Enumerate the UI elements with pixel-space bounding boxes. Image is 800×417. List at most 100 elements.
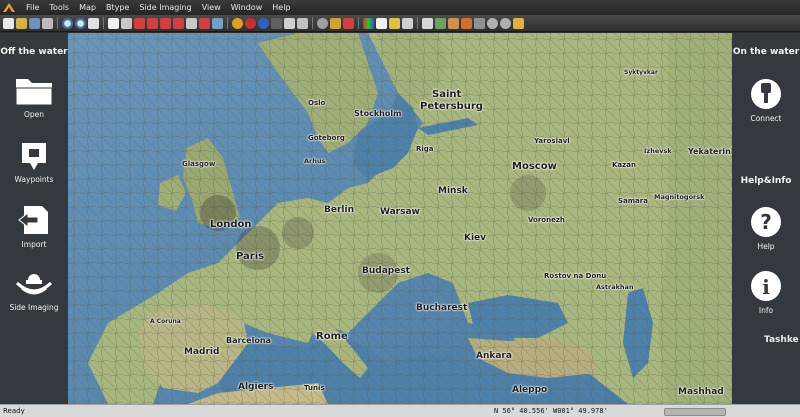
city-label: Bucharest xyxy=(416,303,468,313)
person-icon[interactable] xyxy=(461,17,472,29)
city-label: Algiers xyxy=(238,382,274,392)
city-label: Glasgow xyxy=(182,160,216,168)
grid-tool-icon[interactable] xyxy=(186,17,197,29)
settings-icon[interactable] xyxy=(317,17,328,29)
zoom-in-icon[interactable] xyxy=(62,17,73,29)
find-icon[interactable] xyxy=(487,17,498,29)
city-label: Berlin xyxy=(324,205,354,215)
status-text: Ready xyxy=(3,407,25,415)
open-file-icon[interactable] xyxy=(16,17,27,29)
side-imaging-label: Side Imaging xyxy=(9,303,59,312)
toolbar-divider xyxy=(358,17,359,29)
page-icon[interactable] xyxy=(108,17,119,29)
import-icon xyxy=(18,206,48,234)
menu-side-imaging[interactable]: Side Imaging xyxy=(135,0,197,15)
compass-icon[interactable] xyxy=(258,17,269,29)
draw-line-icon[interactable] xyxy=(376,17,387,29)
europe-map xyxy=(68,33,732,404)
toolbar-divider xyxy=(103,17,104,29)
chart-icon[interactable] xyxy=(389,17,400,29)
info-icon: i xyxy=(751,271,781,301)
city-label: Tashke xyxy=(764,335,799,345)
calculator-icon[interactable] xyxy=(297,17,308,29)
depth-icon[interactable] xyxy=(402,17,413,29)
waypoint-tool-icon[interactable] xyxy=(121,17,132,29)
city-label: Astrakhan xyxy=(596,283,634,291)
connect-button[interactable]: Connect xyxy=(732,77,800,123)
horizontal-scrollbar[interactable] xyxy=(664,408,726,416)
city-label: Saint xyxy=(432,89,462,100)
image-icon[interactable] xyxy=(435,17,446,29)
map-view[interactable]: Saint Petersburg Stockholm Oslo Riga Yar… xyxy=(68,33,732,404)
grid-icon[interactable] xyxy=(271,17,282,29)
svg-text:i: i xyxy=(762,275,770,299)
open-button[interactable]: Open xyxy=(0,75,68,119)
box-icon[interactable] xyxy=(284,17,295,29)
city-label: Yaroslavl xyxy=(534,137,570,145)
globe-icon[interactable] xyxy=(232,17,243,29)
panel-title: On the water xyxy=(732,47,800,57)
camera-icon[interactable] xyxy=(474,17,485,29)
layers-tool-icon[interactable] xyxy=(212,17,223,29)
side-imaging-button[interactable]: Side Imaging xyxy=(0,266,68,312)
import-label: Import xyxy=(21,240,47,249)
zoom-tool-icon[interactable] xyxy=(500,17,511,29)
panel-title: Off the water xyxy=(0,47,68,57)
city-label: A Coruna xyxy=(150,318,181,325)
menu-btype[interactable]: Btype xyxy=(102,0,135,15)
house-icon[interactable] xyxy=(448,17,459,29)
measure-tool-icon[interactable] xyxy=(173,17,184,29)
menu-bar: File Tools Map Btype Side Imaging View W… xyxy=(0,0,800,15)
route-tool-icon[interactable] xyxy=(134,17,145,29)
connect-icon xyxy=(751,79,781,109)
print-icon[interactable] xyxy=(42,17,53,29)
track-tool-icon[interactable] xyxy=(147,17,158,29)
menu-map[interactable]: Map xyxy=(75,0,102,15)
menu-window[interactable]: Window xyxy=(227,0,269,15)
pan-icon[interactable] xyxy=(88,17,99,29)
menu-tools[interactable]: Tools xyxy=(45,0,75,15)
city-label: Yekaterinburg xyxy=(688,147,732,156)
app-logo-icon xyxy=(3,3,15,12)
zoom-out-icon[interactable] xyxy=(75,17,86,29)
color-palette-icon[interactable] xyxy=(363,17,374,29)
menu-file[interactable]: File xyxy=(22,0,45,15)
new-file-icon[interactable] xyxy=(3,17,14,29)
alert-icon[interactable] xyxy=(343,17,354,29)
city-label: Minsk xyxy=(438,186,468,196)
side-imaging-icon xyxy=(15,274,53,295)
area-tool-icon[interactable] xyxy=(199,17,210,29)
marker-tool-icon[interactable] xyxy=(160,17,171,29)
table-icon[interactable] xyxy=(422,17,433,29)
target-icon[interactable] xyxy=(245,17,256,29)
city-label: Mashhad xyxy=(678,387,724,397)
info-button[interactable]: i Info xyxy=(732,269,800,315)
folder-icon xyxy=(15,79,53,106)
import-button[interactable]: Import xyxy=(0,203,68,249)
city-label: Budapest xyxy=(362,266,410,276)
toolbar xyxy=(0,15,800,32)
city-label: Arhus xyxy=(304,157,326,165)
toolbar-divider xyxy=(312,17,313,29)
city-label: Stockholm xyxy=(354,109,402,118)
city-label: Syktyvkar xyxy=(624,69,658,76)
shield-icon[interactable] xyxy=(330,17,341,29)
city-label: Moscow xyxy=(512,161,557,172)
city-label: Riga xyxy=(416,145,434,153)
city-label: Warsaw xyxy=(380,207,420,217)
toolbar-divider xyxy=(417,17,418,29)
waypoints-button[interactable]: Waypoints xyxy=(0,140,68,184)
save-icon[interactable] xyxy=(29,17,40,29)
connect-label: Connect xyxy=(750,114,782,123)
city-label: London xyxy=(210,219,252,230)
menu-view[interactable]: View xyxy=(198,0,227,15)
city-label: Rostov na Donu xyxy=(544,272,607,280)
off-the-water-panel: Off the water Open Waypoints Import Side… xyxy=(0,33,68,404)
help-button[interactable]: ? Help xyxy=(732,205,800,251)
city-label: Kiev xyxy=(464,233,487,243)
city-label: Kazan xyxy=(612,161,636,169)
city-label: Voronezh xyxy=(528,216,565,224)
city-label: Aleppo xyxy=(512,385,548,395)
menu-help[interactable]: Help xyxy=(268,0,296,15)
pencil-icon[interactable] xyxy=(513,17,524,29)
